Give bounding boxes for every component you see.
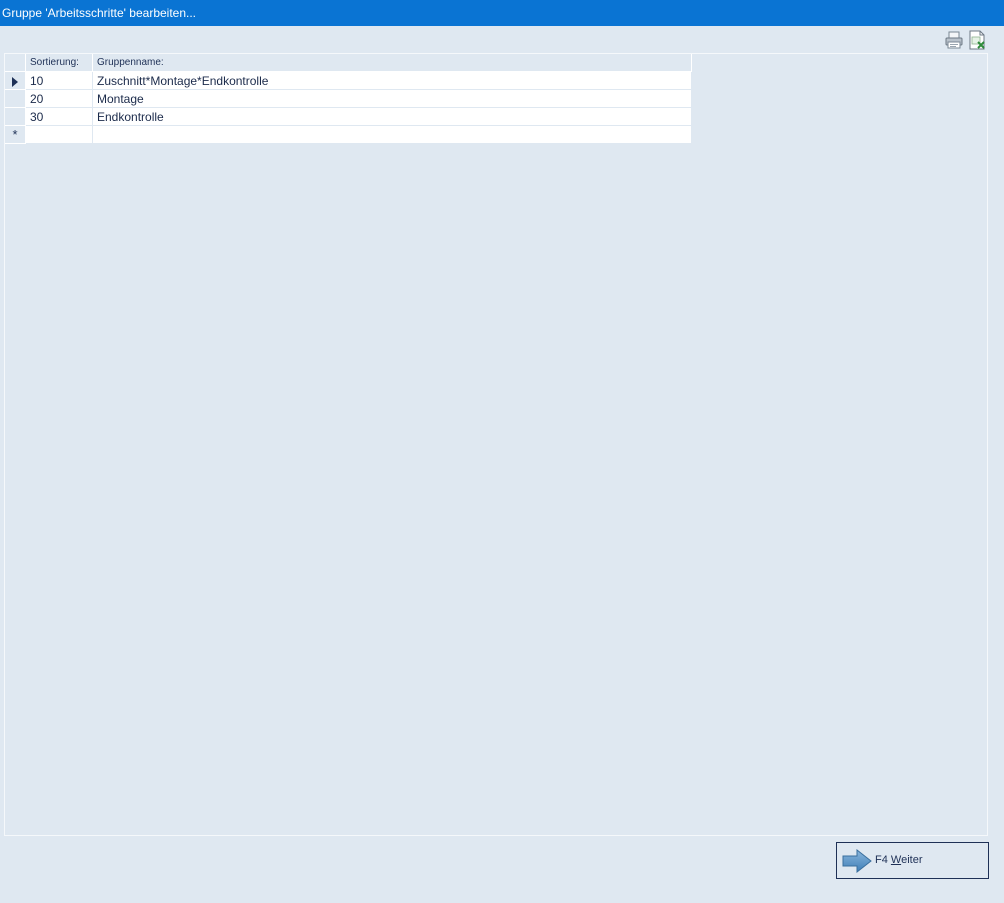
row-selector[interactable]: [5, 90, 26, 108]
cell-sortierung[interactable]: 30: [26, 108, 93, 126]
table-row[interactable]: 30 Endkontrolle: [5, 108, 692, 126]
arrow-right-icon: [842, 849, 872, 873]
new-row-asterisk-icon[interactable]: *: [5, 126, 26, 144]
column-header-gruppenname[interactable]: Gruppenname:: [93, 54, 692, 72]
grid-header-row: Sortierung: Gruppenname:: [5, 54, 692, 72]
cell-sortierung[interactable]: 20: [26, 90, 93, 108]
export-excel-icon[interactable]: [967, 30, 987, 50]
printer-icon[interactable]: [944, 30, 964, 50]
cell-gruppenname[interactable]: Zuschnitt*Montage*Endkontrolle: [93, 72, 692, 90]
window-title: Gruppe 'Arbeitsschritte' bearbeiten...: [0, 0, 1004, 26]
table-row[interactable]: 20 Montage: [5, 90, 692, 108]
cell-gruppenname[interactable]: Endkontrolle: [93, 108, 692, 126]
table-row[interactable]: 10 Zuschnitt*Montage*Endkontrolle: [5, 72, 692, 90]
next-button[interactable]: F4 Weiter: [836, 842, 989, 879]
cell-gruppenname-new[interactable]: [93, 126, 692, 144]
cell-sortierung-new[interactable]: [26, 126, 93, 144]
new-row[interactable]: *: [5, 126, 692, 144]
column-header-sortierung[interactable]: Sortierung:: [26, 54, 93, 72]
next-button-label: F4 Weiter: [875, 854, 923, 866]
cell-gruppenname[interactable]: Montage: [93, 90, 692, 108]
row-selector[interactable]: [5, 108, 26, 126]
cell-sortierung[interactable]: 10: [26, 72, 93, 90]
grid-container: [4, 53, 988, 836]
row-selector-header: [5, 54, 26, 72]
groups-grid: Sortierung: Gruppenname: 10 Zuschnitt*Mo…: [5, 54, 692, 144]
current-row-indicator-icon[interactable]: [5, 72, 26, 90]
